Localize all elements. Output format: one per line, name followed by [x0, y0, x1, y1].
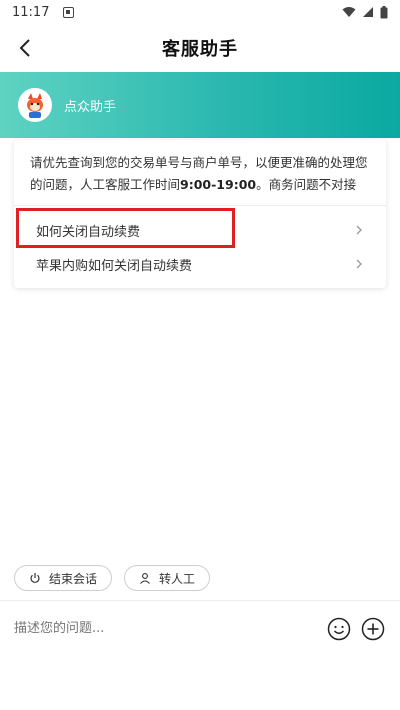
intro-text-after: 。商务问题不对接	[256, 177, 357, 192]
back-arrow-icon[interactable]	[14, 36, 38, 60]
status-time: 11:17	[12, 4, 50, 20]
wifi-icon	[342, 7, 356, 17]
intro-message: 请优先查询到您的交易单号与商户单号，以便更准确的处理您的问题，人工客服工作时间9…	[14, 140, 386, 196]
chevron-right-icon	[356, 259, 362, 269]
end-session-button[interactable]: 结束会话	[14, 565, 113, 591]
person-icon	[140, 573, 150, 584]
quick-actions: 结束会话 转人工	[14, 565, 211, 591]
add-button[interactable]	[360, 616, 386, 642]
faq-item-apple-iap-close-auto-renew[interactable]: 苹果内购如何关闭自动续费	[14, 246, 386, 282]
service-hours: 9:00-19:00	[180, 177, 257, 192]
signal-icon	[363, 7, 373, 17]
assistant-avatar	[18, 88, 52, 122]
status-bar: 11:17	[0, 0, 400, 24]
chevron-right-icon	[356, 225, 362, 235]
end-session-label: 结束会话	[49, 571, 98, 586]
nav-header: 客服助手	[0, 26, 400, 70]
status-icons	[342, 5, 388, 19]
page-title: 客服助手	[162, 39, 238, 60]
smiley-icon	[327, 617, 351, 640]
power-icon	[30, 573, 40, 583]
faq-label: 如何关闭自动续费	[36, 224, 141, 240]
transfer-human-button[interactable]: 转人工	[124, 565, 211, 591]
assistant-name: 点众助手	[64, 99, 117, 115]
faq-label: 苹果内购如何关闭自动续费	[36, 258, 193, 274]
emoji-button[interactable]	[326, 616, 352, 642]
assistant-banner: 点众助手	[0, 72, 400, 138]
battery-icon	[380, 5, 388, 18]
fox-mascot-icon	[20, 90, 50, 120]
notification-icon	[63, 6, 75, 18]
message-input-bar	[0, 600, 400, 656]
faq-item-close-auto-renew[interactable]: 如何关闭自动续费	[14, 212, 386, 248]
transfer-human-label: 转人工	[159, 571, 196, 586]
card-divider	[14, 205, 386, 206]
message-input[interactable]	[14, 621, 318, 636]
plus-circle-icon	[361, 617, 385, 640]
